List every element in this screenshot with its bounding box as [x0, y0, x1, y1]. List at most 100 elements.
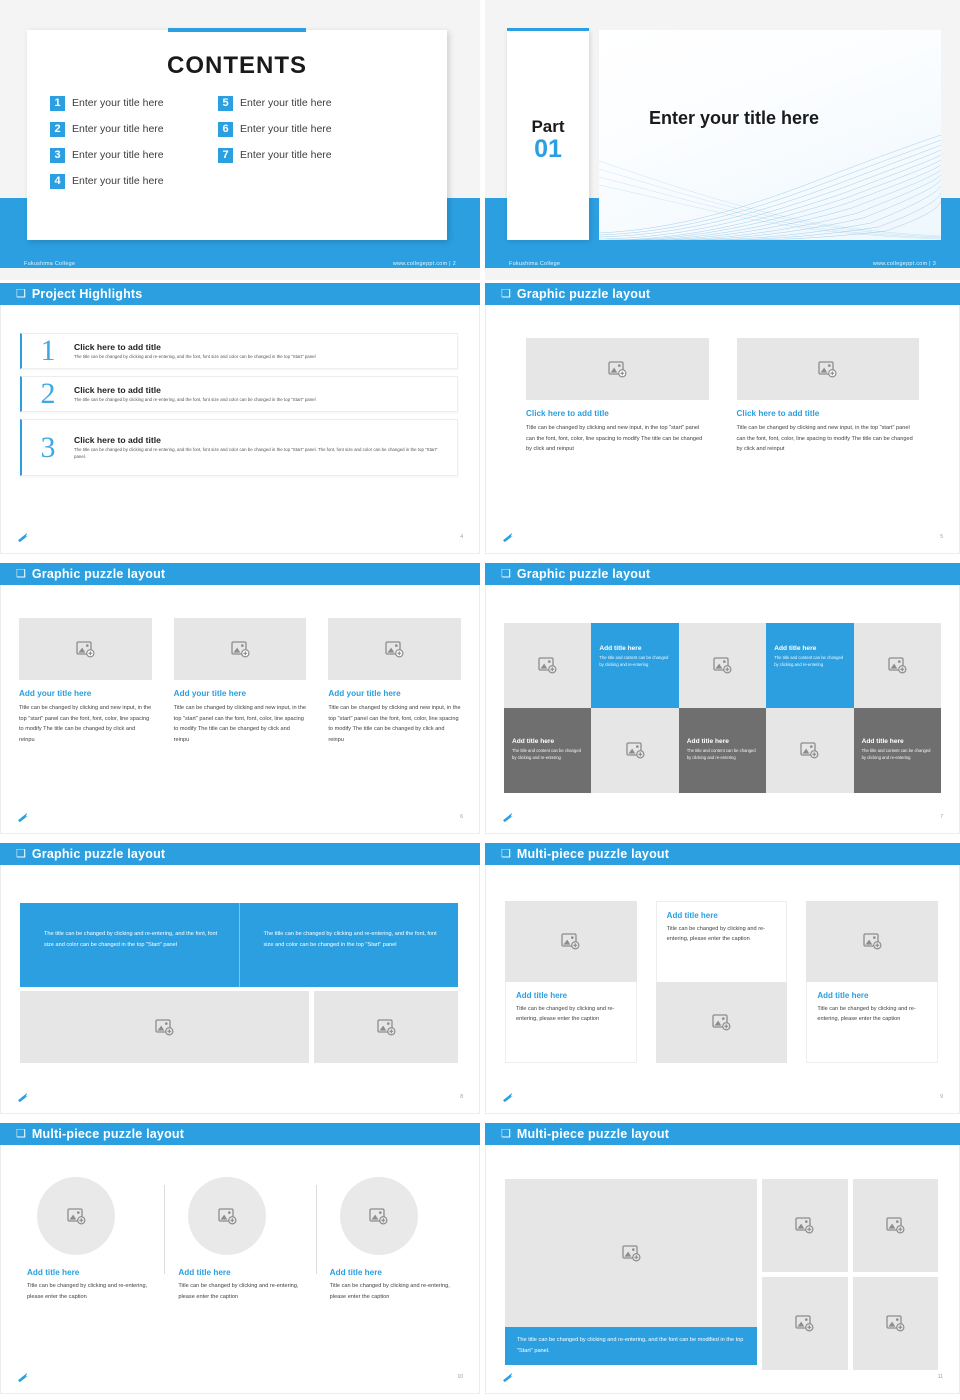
text-tile[interactable]: Add title here The title and content can … [853, 708, 941, 793]
highlight-desc: The title can be changed by clicking and… [74, 446, 438, 459]
text-tile[interactable]: Add title here The title and content can … [766, 623, 854, 708]
slide-part-divider[interactable]: Enter your title here Part 01 Fukushima … [480, 0, 960, 280]
image-placeholder[interactable] [678, 623, 767, 708]
image-placeholder[interactable] [853, 623, 941, 708]
image-placeholder[interactable] [591, 708, 679, 793]
add-image-icon [155, 1018, 174, 1036]
column-title: Click here to add title [736, 409, 820, 418]
list-item[interactable]: 2 Enter your title here [50, 116, 218, 142]
slide-footer: Fukushima College www.collegeppt.com | 3 [485, 253, 960, 275]
image-placeholder[interactable] [20, 991, 309, 1063]
highlight-number: 2 [40, 377, 56, 410]
add-image-icon [376, 1018, 396, 1036]
list-item[interactable]: 5 Enter your title here [218, 90, 386, 116]
pen-nib-icon [503, 812, 514, 822]
toc-label: Enter your title here [240, 149, 332, 161]
slide-header: ❑ Multi-piece puzzle layout [485, 1123, 960, 1145]
part-number: 01 [534, 134, 562, 163]
list-item[interactable]: 3 Click here to add title The title can … [20, 419, 458, 476]
slide-deck: CONTENTS 1 Enter your title here 5 Enter y… [0, 0, 960, 1400]
page-number: 8 [460, 1094, 463, 1100]
wave-decoration [599, 134, 941, 240]
add-image-icon [800, 742, 819, 759]
content-column: Click here to add title Title can be cha… [526, 338, 709, 455]
add-image-icon [818, 360, 837, 378]
list-item[interactable]: 4 Enter your title here [50, 168, 218, 194]
text-tile[interactable]: Add title here The title and content can … [591, 623, 679, 708]
square-bullet-icon: ❑ [501, 847, 511, 860]
slide-footer: 5 [486, 529, 959, 545]
slide-contents[interactable]: CONTENTS 1 Enter your title here 5 Enter y… [0, 0, 480, 280]
add-image-icon [76, 640, 95, 658]
image-placeholder[interactable] [762, 1179, 848, 1272]
square-bullet-icon: ❑ [16, 287, 26, 300]
list-item[interactable]: 7 Enter your title here [218, 142, 386, 168]
slide-footer: 4 [1, 529, 479, 545]
list-item[interactable]: 3 Enter your title here [50, 142, 218, 168]
slide-multipiece-circles[interactable]: ❑ Multi-piece puzzle layout Add title he… [0, 1120, 480, 1400]
list-item[interactable]: 6 Enter your title here [218, 116, 386, 142]
circle-body: Title can be changed by clicking and re-… [178, 1283, 299, 1300]
caption-block: Add title here Title can be changed by c… [655, 901, 788, 982]
caption-body: Title can be changed by clicking and re-… [666, 926, 766, 943]
caption-block: Add title here Title can be changed by c… [505, 982, 637, 1063]
list-item[interactable]: 1 Enter your title here [50, 90, 218, 116]
pen-nib-icon [503, 1372, 514, 1382]
image-placeholder[interactable] [173, 618, 307, 680]
list-item[interactable]: 1 Click here to add title The title can … [20, 333, 458, 369]
image-placeholder[interactable] [314, 991, 458, 1063]
highlight-desc: The title can be changed by clicking and… [74, 396, 316, 402]
blue-banner[interactable]: The title can be changed by clicking and… [20, 903, 458, 987]
slide-graphic-puzzle-banner[interactable]: ❑ Graphic puzzle layout The title can be… [0, 840, 480, 1120]
page-title: CONTENTS [167, 52, 307, 79]
slide-graphic-puzzle-two-col[interactable]: ❑ Graphic puzzle layout Click here to ad… [480, 280, 960, 560]
square-bullet-icon: ❑ [16, 1127, 26, 1140]
content-column: Add your title here Title can be changed… [328, 618, 462, 746]
image-placeholder[interactable] [339, 1177, 418, 1255]
image-placeholder[interactable] [655, 982, 788, 1063]
image-placeholder[interactable] [505, 901, 637, 982]
column-body: Title can be changed by clicking and new… [736, 425, 913, 453]
add-image-icon [66, 1207, 86, 1225]
add-image-icon [625, 742, 645, 759]
highlight-desc: The title can be changed by clicking and… [74, 353, 316, 359]
pen-nib-icon [18, 532, 29, 542]
slide-graphic-puzzle-three-col[interactable]: ❑ Graphic puzzle layout Add your title h… [0, 560, 480, 840]
header-title: Multi-piece puzzle layout [516, 1127, 670, 1141]
image-placeholder[interactable] [806, 901, 939, 982]
toc-number: 1 [50, 95, 65, 111]
mosaic-grid: Add title here The title and content can … [504, 623, 941, 793]
image-placeholder[interactable] [766, 708, 854, 793]
list-item[interactable]: 2 Click here to add title The title can … [20, 376, 458, 412]
caption-banner[interactable]: The title can be changed by clicking and… [505, 1327, 757, 1366]
slide-project-highlights[interactable]: ❑ Project Highlights 1 Click here to add… [0, 280, 480, 560]
slide-multipiece-mixed[interactable]: ❑ Multi-piece puzzle layout Add title he… [480, 840, 960, 1120]
image-placeholder[interactable] [328, 618, 462, 680]
image-placeholder[interactable] [526, 338, 709, 400]
caption-text: The title can be changed by clicking and… [517, 1337, 744, 1354]
image-placeholder[interactable] [762, 1277, 848, 1370]
slide-body: Add title here The title and content can … [485, 585, 960, 834]
image-placeholder[interactable] [852, 1277, 938, 1370]
content-column: Click here to add title Title can be cha… [736, 338, 919, 455]
page-number: 11 [937, 1374, 943, 1380]
slide-graphic-puzzle-mosaic[interactable]: ❑ Graphic puzzle layout Add title here Th… [480, 560, 960, 840]
text-tile[interactable]: Add title here The title and content can … [678, 708, 767, 793]
toc-label: Enter your title here [240, 97, 332, 109]
slide-multipiece-big-quad[interactable]: ❑ Multi-piece puzzle layout The title ca… [480, 1120, 960, 1400]
image-placeholder[interactable] [504, 623, 592, 708]
circle-group: Add title here Title can be changed by c… [13, 1177, 467, 1302]
highlight-number: 3 [40, 430, 56, 464]
part-hero-panel: Enter your title here [599, 30, 941, 240]
add-image-icon [886, 1315, 905, 1332]
image-placeholder[interactable] [19, 618, 152, 680]
column-body: Title can be changed by clicking and new… [526, 425, 703, 453]
banner-half: The title can be changed by clicking and… [20, 903, 239, 987]
text-tile[interactable]: Add title here The title and content can … [504, 708, 592, 793]
image-placeholder[interactable] [736, 338, 919, 400]
image-placeholder[interactable] [505, 1179, 757, 1327]
image-placeholder[interactable] [188, 1177, 267, 1255]
image-placeholder[interactable] [37, 1177, 115, 1255]
square-bullet-icon: ❑ [501, 567, 511, 580]
image-placeholder[interactable] [852, 1179, 938, 1272]
